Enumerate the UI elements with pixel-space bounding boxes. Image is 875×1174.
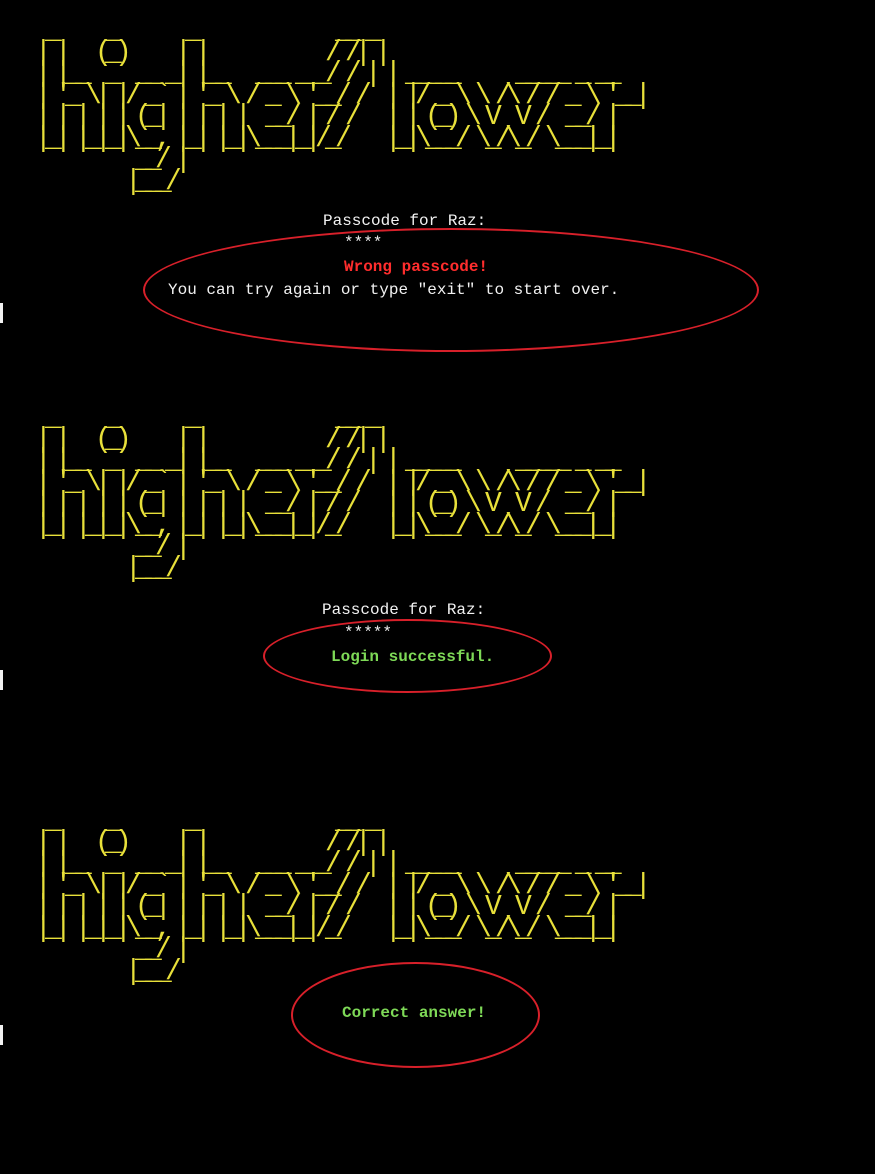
higher-lower-banner: _ _ _ __ _ | | (_) | | / /| | | |__ _ __…	[35, 401, 652, 585]
annotation-ellipse	[291, 962, 540, 1068]
annotation-ellipse	[263, 619, 552, 693]
terminal-cursor	[0, 1025, 3, 1045]
terminal-cursor	[0, 303, 3, 323]
passcode-prompt: Passcode for Raz:	[322, 601, 486, 619]
higher-lower-banner: _ _ _ __ _ | | (_) | | / /| | | |__ _ __…	[35, 14, 652, 198]
annotation-ellipse	[143, 228, 759, 352]
higher-lower-banner: _ _ _ __ _ | | (_) | | / /| | | |__ _ __…	[35, 804, 652, 988]
terminal-cursor	[0, 670, 3, 690]
